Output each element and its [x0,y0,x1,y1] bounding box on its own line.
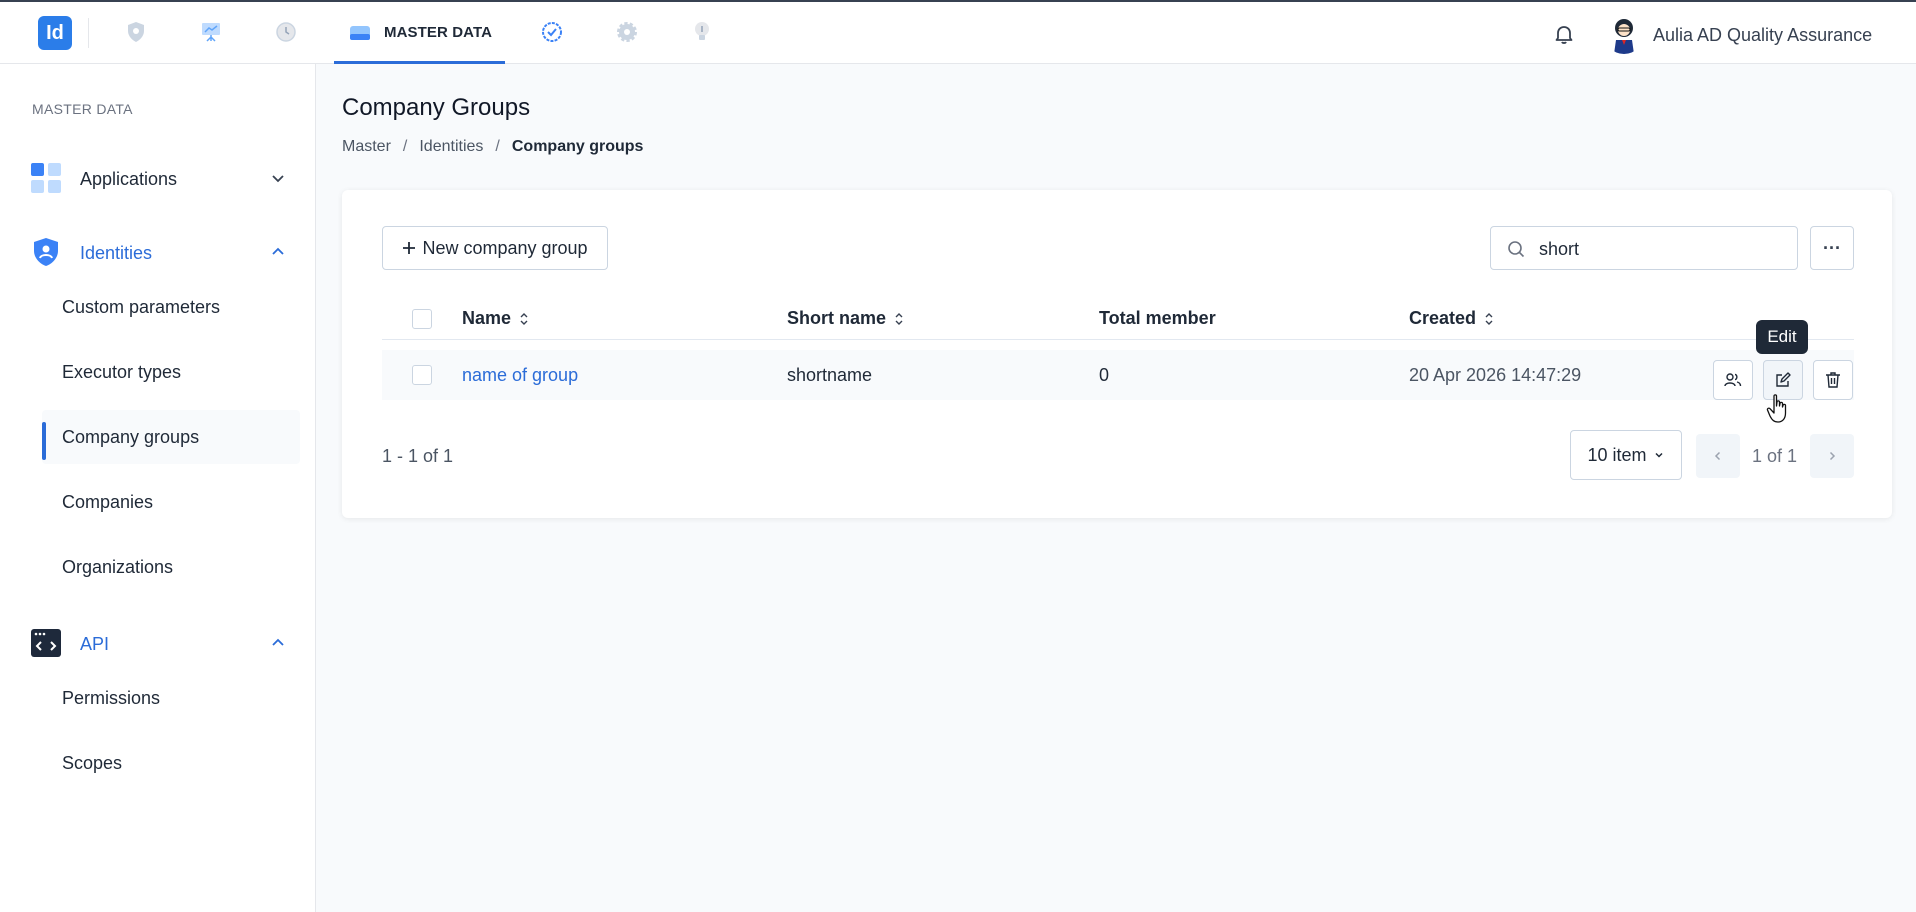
shield-icon[interactable] [124,20,148,44]
sidebar-group-label: Applications [80,169,178,189]
delete-button[interactable] [1813,360,1853,400]
sidebar-item-label: Organizations [62,557,174,577]
logo-divider [88,18,89,48]
row-checkbox[interactable] [412,365,432,385]
sidebar-group-identities[interactable]: Identities [30,234,286,270]
clock-icon[interactable] [274,20,298,44]
sidebar-item-company-groups[interactable]: Company groups [42,410,300,464]
sidebar-item-executor-types[interactable]: Executor types [42,345,300,399]
sidebar-item-label: Permissions [62,688,161,708]
select-all-checkbox[interactable] [412,309,432,329]
breadcrumb-separator: / [495,138,500,155]
page-size-value: 10 item [1587,444,1647,465]
edit-tooltip: Edit [1756,320,1808,354]
identity-shield-icon [34,238,58,266]
breadcrumb-identities[interactable]: Identities [419,138,483,156]
table-header: Name Short name Total member Created [382,298,1854,340]
chevron-left-icon [1714,451,1721,461]
group-total-member: 0 [1099,365,1110,385]
group-created-date: 20 Apr 2026 14:47:29 [1409,365,1582,385]
column-label: Name [462,308,512,328]
check-badge-icon[interactable] [540,20,564,44]
group-short-name: shortname [787,365,873,385]
column-label: Short name [787,308,887,328]
bell-icon[interactable] [1552,22,1576,46]
sidebar-item-label: Company groups [62,427,200,447]
presentation-icon[interactable] [199,20,223,44]
column-label: Total member [1099,308,1216,328]
chevron-down-icon [272,175,284,183]
sidebar-item-label: Executor types [62,362,182,382]
table-row: name of group shortname 0 20 Apr 2026 14… [382,350,1854,400]
column-label: Created [1409,308,1477,328]
users-icon [1724,373,1742,387]
sidebar-item-permissions[interactable]: Permissions [42,671,300,725]
plus-icon [403,242,416,254]
sidebar-item-label: Scopes [62,753,123,773]
sidebar-group-api[interactable]: API [30,625,286,661]
sort-icon [1485,312,1493,325]
pagination-range: 1 - 1 of 1 [382,446,454,466]
new-company-group-button[interactable]: New company group [382,226,608,270]
trash-icon [1826,372,1840,388]
database-icon [350,26,370,40]
breadcrumb: Master / Identities / Company groups [342,138,643,156]
sidebar-section-title: MASTER DATA [32,101,133,117]
chevron-down-icon [1654,452,1663,458]
company-groups-card: New company group ··· Name Short name To… [342,190,1892,518]
sidebar-item-label: Custom parameters [62,297,221,317]
gear-icon[interactable] [615,20,639,44]
page-size-select[interactable]: 10 item [1570,430,1682,480]
page-info: 1 of 1 [1752,446,1798,466]
more-options-button[interactable]: ··· [1810,226,1854,270]
hand-cursor-icon [1766,394,1787,423]
chevron-up-icon [272,247,284,255]
app-logo[interactable]: Id [38,16,72,50]
sidebar: MASTER DATA Applications Identities Cust… [0,64,316,912]
prev-page-button[interactable] [1696,434,1740,478]
user-name[interactable]: Aulia AD Quality Assurance [1653,25,1872,46]
sort-icon [520,312,528,325]
column-header-short-name[interactable]: Short name [787,308,904,329]
sidebar-group-applications[interactable]: Applications [30,160,286,196]
sidebar-item-custom-parameters[interactable]: Custom parameters [42,280,300,334]
new-company-group-label: New company group [422,237,588,258]
chevron-right-icon [1829,451,1836,461]
next-page-button[interactable] [1810,434,1854,478]
sidebar-item-label: Companies [62,492,154,512]
breadcrumb-separator: / [402,138,408,155]
column-header-name[interactable]: Name [462,308,529,329]
avatar[interactable] [1604,14,1644,54]
top-navbar: Id MASTER DATA Aulia AD Quality Assuranc… [0,0,1916,64]
group-name-link[interactable]: name of group [462,365,578,386]
api-code-icon [31,629,61,657]
tab-label: MASTER DATA [384,24,493,41]
sidebar-item-organizations[interactable]: Organizations [42,540,300,594]
lightbulb-icon[interactable] [690,20,714,44]
search-input[interactable] [1539,237,1779,261]
applications-icon [31,163,61,193]
column-header-created[interactable]: Created [1409,308,1494,329]
chevron-up-icon [272,638,284,646]
page-title: Company Groups [342,94,531,121]
breadcrumb-master[interactable]: Master [342,138,391,156]
sort-icon [895,312,903,325]
sidebar-group-label: Identities [80,243,153,263]
edit-icon [1776,372,1791,387]
sidebar-item-companies[interactable]: Companies [42,475,300,529]
members-button[interactable] [1713,360,1753,400]
column-header-total-member: Total member [1099,308,1216,329]
sidebar-item-scopes[interactable]: Scopes [42,736,300,790]
breadcrumb-current: Company groups [511,138,644,155]
ellipsis-icon: ··· [1823,237,1841,258]
search-icon [1508,241,1525,258]
search-box[interactable] [1490,226,1798,270]
tab-master-data[interactable]: MASTER DATA [334,2,505,64]
sidebar-group-label: API [80,634,110,654]
